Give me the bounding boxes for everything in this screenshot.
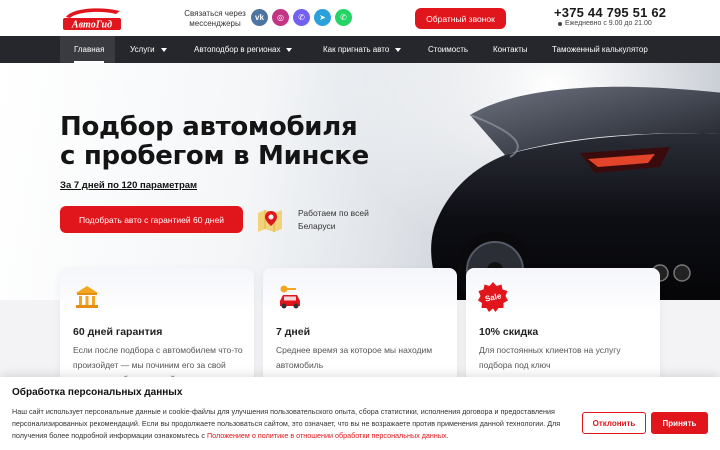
hero-title-line2: с пробегом в Минске — [60, 141, 369, 171]
chevron-down-icon — [160, 47, 167, 52]
nav-item-label: Таможенный калькулятор — [552, 45, 648, 54]
feature-card-days: 7 дней Среднее время за которое мы наход… — [263, 268, 457, 388]
top-header: АвтоГид Связаться через мессенджеры vk ◎… — [0, 0, 720, 36]
logo[interactable]: АвтоГид — [60, 5, 126, 31]
nav-item-label: Автоподбор в регионах — [194, 45, 281, 54]
vk-icon[interactable]: vk — [251, 9, 268, 26]
nav-item-label: Как пригнать авто — [323, 45, 390, 54]
accept-button[interactable]: Принять — [651, 412, 708, 434]
nav-item-label: Контакты — [493, 45, 528, 54]
hours-dot-icon — [558, 22, 562, 26]
hero-section: Подбор автомобиля с пробегом в Минске За… — [0, 63, 720, 300]
cookie-text: Наш сайт использует персональные данные … — [12, 406, 567, 442]
logo-text: АвтоГид — [71, 20, 112, 31]
car-image — [431, 86, 720, 300]
pick-car-button[interactable]: Подобрать авто с гарантией 60 дней — [60, 206, 243, 233]
chevron-down-icon — [286, 47, 293, 52]
map-pin-icon — [258, 210, 282, 232]
messengers-label: Связаться через мессенджеры — [184, 9, 246, 28]
region-text: Работаем по всей Беларуси — [298, 208, 369, 231]
nav-item-label: Услуги — [130, 45, 155, 54]
nav-item-regions[interactable]: Автоподбор в регионах — [194, 36, 293, 63]
bank-icon — [76, 286, 98, 308]
whatsapp-icon[interactable]: ✆ — [335, 9, 352, 26]
card-title: 60 дней гарантия — [73, 326, 163, 338]
telegram-icon[interactable]: ➤ — [314, 9, 331, 26]
hero-title: Подбор автомобиля с пробегом в Минске — [60, 113, 369, 171]
nav-item-contacts[interactable]: Контакты — [493, 36, 528, 63]
phone-number[interactable]: +375 44 795 51 62 — [554, 5, 666, 20]
car-key-icon — [280, 285, 300, 309]
cookie-banner: Обработка персональных данных Наш сайт и… — [0, 377, 720, 450]
viber-icon[interactable]: ✆ — [293, 9, 310, 26]
working-hours: Ежедневно с 9.00 до 21.00 — [565, 20, 652, 27]
card-text: Среднее время за которое мы находим авто… — [276, 345, 433, 370]
cookie-title: Обработка персональных данных — [12, 387, 183, 398]
card-text: Для постоянных клиентов на услугу подбор… — [479, 345, 621, 370]
nav-item-label: Стоимость — [428, 45, 469, 54]
callback-button[interactable]: Обратный звонок — [415, 8, 506, 29]
hero-title-line1: Подбор автомобиля — [60, 112, 358, 142]
chevron-down-icon — [395, 47, 402, 52]
feature-card-guarantee: 60 дней гарантия Если после подбора с ав… — [60, 268, 254, 388]
instagram-icon[interactable]: ◎ — [272, 9, 289, 26]
nav-item-import[interactable]: Как пригнать авто — [323, 36, 402, 63]
nav-item-price[interactable]: Стоимость — [428, 36, 468, 63]
card-title: 10% скидка — [479, 326, 539, 338]
sale-badge-icon: Sale — [478, 282, 508, 312]
nav-item-home[interactable]: Главная — [74, 36, 105, 63]
decline-button[interactable]: Отклонить — [582, 412, 646, 434]
hero-subtitle: За 7 дней по 120 параметрам — [60, 180, 198, 191]
card-title: 7 дней — [276, 326, 311, 338]
nav-item-calculator[interactable]: Таможенный калькулятор — [552, 36, 648, 63]
nav-item-label: Главная — [74, 45, 105, 54]
feature-card-discount: Sale 10% скидка Для постоянных клиентов … — [466, 268, 660, 388]
main-nav: Главная Услуги Автоподбор в регионах Как… — [0, 36, 720, 63]
nav-item-services[interactable]: Услуги — [130, 36, 167, 63]
privacy-policy-link[interactable]: Положением о политике в отношении обрабо… — [207, 431, 449, 440]
